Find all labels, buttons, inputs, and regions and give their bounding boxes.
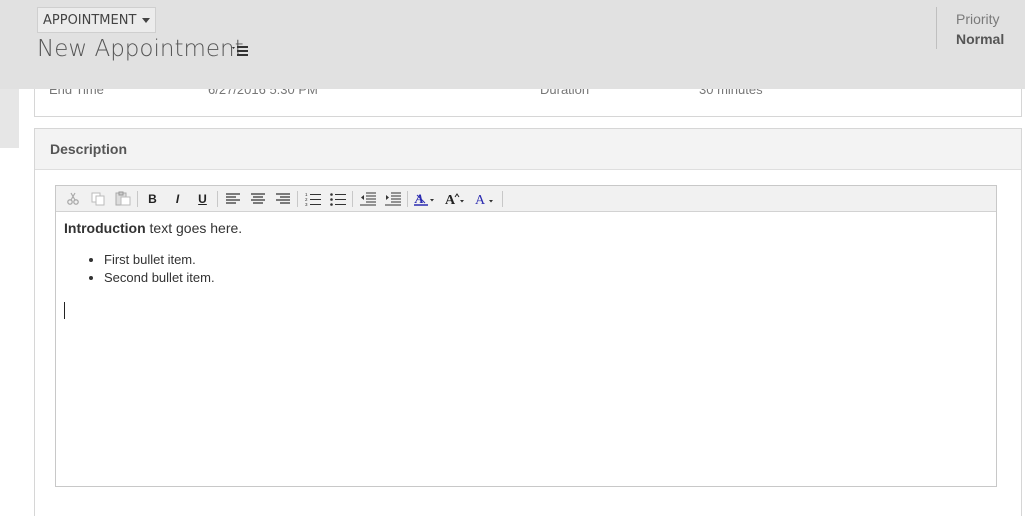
toolbar-separator: [217, 190, 218, 207]
list-item: First bullet item.: [104, 251, 988, 269]
intro-bold-text: Introduction: [64, 220, 146, 236]
priority-value[interactable]: Normal: [956, 31, 1025, 47]
priority-label: Priority: [956, 11, 1000, 27]
highlight-color-icon[interactable]: A: [410, 188, 440, 210]
svg-text:A: A: [445, 193, 456, 207]
intro-text: text goes here.: [145, 220, 243, 236]
editor-toolbar: B I U 123 A A A: [56, 186, 996, 212]
text-cursor: [64, 302, 65, 319]
svg-text:A: A: [414, 191, 424, 206]
left-strip-lower: [0, 148, 19, 515]
font-color-icon[interactable]: A: [470, 188, 500, 210]
record-title: New Appointment: [37, 36, 244, 62]
priority-field: Priority Normal: [936, 7, 1025, 49]
cut-icon[interactable]: [60, 188, 85, 210]
entity-selector[interactable]: APPOINTMENT: [37, 7, 157, 33]
rich-text-editor[interactable]: B I U 123 A A A Introduction text goes h…: [55, 185, 997, 487]
section-title: Description: [35, 129, 1021, 170]
align-left-icon[interactable]: [220, 188, 245, 210]
entity-label: APPOINTMENT: [43, 12, 137, 28]
numbered-list-icon[interactable]: 123: [300, 188, 325, 210]
italic-icon[interactable]: I: [165, 188, 190, 210]
bold-icon[interactable]: B: [140, 188, 165, 210]
toolbar-separator: [137, 190, 138, 207]
bulleted-list-icon[interactable]: [325, 188, 350, 210]
copy-icon[interactable]: [85, 188, 110, 210]
record-header: APPOINTMENT New Appointment Priority Nor…: [0, 0, 1025, 89]
decrease-indent-icon[interactable]: [355, 188, 380, 210]
toolbar-separator: [502, 190, 503, 207]
toolbar-separator: [352, 190, 353, 207]
chevron-down-icon: [142, 17, 151, 23]
editor-content[interactable]: Introduction text goes here. First bulle…: [56, 212, 996, 327]
paste-icon[interactable]: [110, 188, 135, 210]
description-section: Description B I U 1 2 3 A A A Introducti…: [34, 128, 1022, 516]
svg-text:A: A: [475, 193, 486, 207]
align-center-icon[interactable]: [245, 188, 270, 210]
bullet-list: First bullet item. Second bullet item.: [64, 251, 988, 287]
form-menu-icon[interactable]: [231, 44, 249, 58]
toolbar-separator: [297, 190, 298, 207]
svg-text:3: 3: [305, 202, 308, 206]
underline-icon[interactable]: U: [190, 188, 215, 210]
list-item: Second bullet item.: [104, 269, 988, 287]
increase-indent-icon[interactable]: [380, 188, 405, 210]
intro-paragraph: Introduction text goes here.: [64, 220, 988, 236]
font-size-icon[interactable]: A: [440, 188, 470, 210]
toolbar-separator: [407, 190, 408, 207]
align-right-icon[interactable]: [270, 188, 295, 210]
